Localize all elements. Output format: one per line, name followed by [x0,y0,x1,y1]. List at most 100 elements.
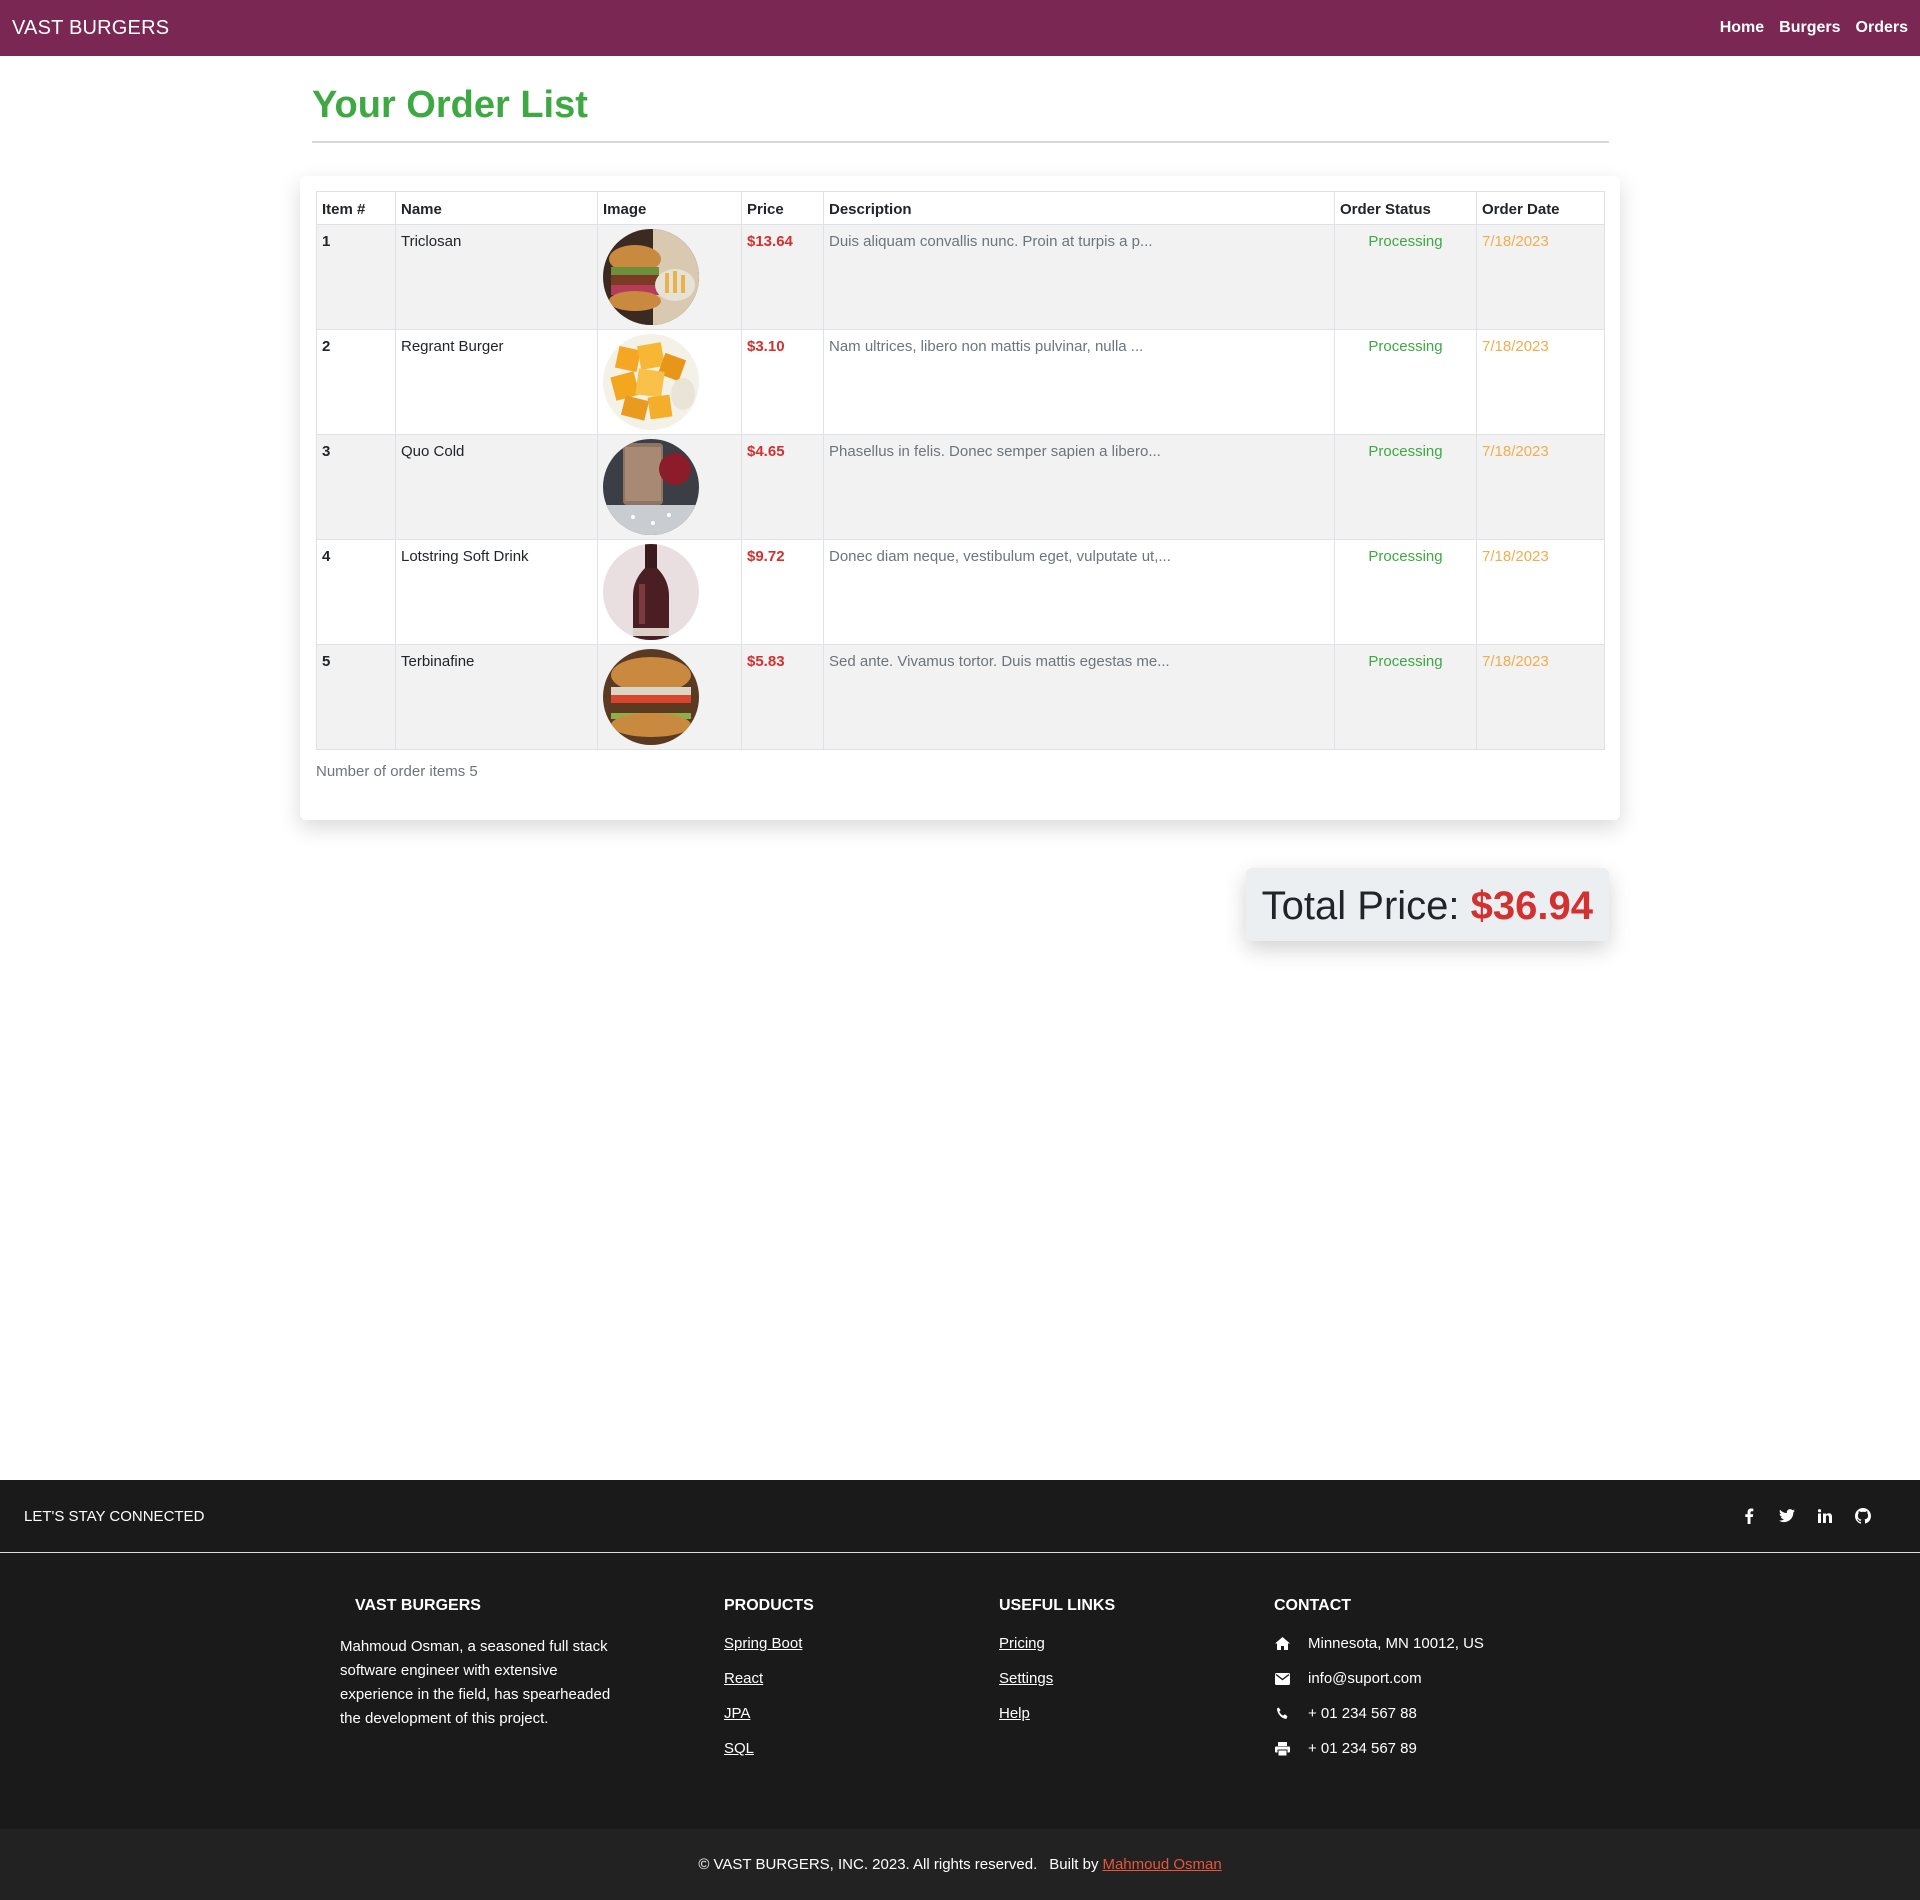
copyright-bar: © VAST BURGERS, INC. 2023. All rights re… [0,1829,1920,1900]
footer: LET'S STAY CONNECTED VAST BURGERS Mahmou… [0,1480,1920,1900]
footer-useful-links-heading: USEFUL LINKS [999,1597,1116,1614]
mango-pieces-photo [603,334,699,430]
header-price: Price [741,191,824,225]
table-row: 3 Quo Cold $4.65 Phasellus in felis. Don… [316,434,1605,540]
item-price: $13.64 [741,224,824,330]
contact-address-text: Minnesota, MN 10012, US [1308,1635,1484,1652]
table-row: 2 Regrant Burger $3.10 Nam ultrices, lib… [316,329,1605,435]
footer-contact-column: CONTACT Minnesota, MN 10012, US info@sup… [1274,1597,1574,1828]
order-status: Processing [1334,224,1477,330]
header-order-status: Order Status [1334,191,1477,225]
github-icon[interactable] [1854,1507,1872,1525]
item-number: 1 [316,224,396,330]
footer-about-text: Mahmoud Osman, a seasoned full stack sof… [340,1638,611,1727]
nav-links: Home Burgers Orders [1720,19,1908,37]
facebook-icon[interactable] [1740,1507,1758,1525]
order-date: 7/18/2023 [1476,644,1605,750]
item-description: Duis aliquam convallis nunc. Proin at tu… [823,224,1335,330]
contact-address: Minnesota, MN 10012, US [1274,1635,1574,1652]
header-order-date: Order Date [1476,191,1605,225]
order-date: 7/18/2023 [1476,539,1605,645]
item-price: $4.65 [741,434,824,540]
copyright-text: © VAST BURGERS, INC. 2023. All rights re… [698,1856,1038,1873]
navbar: VAST BURGERS Home Burgers Orders [0,0,1920,56]
item-price: $3.10 [741,329,824,435]
footer-products-heading: PRODUCTS [724,1597,814,1614]
footer-link-spring-boot[interactable]: Spring Boot [724,1635,999,1652]
item-price: $9.72 [741,539,824,645]
order-status: Processing [1334,329,1477,435]
page-title: Your Order List [312,84,1609,143]
item-price: $5.83 [741,644,824,750]
printer-icon [1274,1741,1290,1757]
footer-link-jpa[interactable]: JPA [724,1705,999,1722]
cold-drink-photo [603,439,699,535]
built-by-label: Built by [1049,1856,1099,1873]
header-item-num: Item # [316,191,396,225]
item-description: Phasellus in felis. Donec semper sapien … [823,434,1335,540]
contact-phone-text: + 01 234 567 88 [1308,1705,1417,1722]
footer-link-sql[interactable]: SQL [724,1740,999,1757]
burger-and-fries-photo [603,229,699,325]
footer-useful-links-column: USEFUL LINKS Pricing Settings Help [999,1597,1274,1828]
order-date: 7/18/2023 [1476,329,1605,435]
item-description: Donec diam neque, vestibulum eget, vulpu… [823,539,1335,645]
total-price-box: Total Price: $36.94 [1245,868,1609,941]
item-number: 3 [316,434,396,540]
order-status: Processing [1334,539,1477,645]
contact-fax-text: + 01 234 567 89 [1308,1740,1417,1757]
footer-about-heading: VAST BURGERS [355,1597,481,1614]
order-date: 7/18/2023 [1476,434,1605,540]
total-price-value: $36.94 [1470,884,1593,928]
header-description: Description [823,191,1335,225]
footer-products-column: PRODUCTS Spring Boot React JPA SQL [724,1597,999,1828]
home-icon [1274,1636,1290,1652]
linkedin-icon[interactable] [1816,1507,1834,1525]
burger-photo [603,649,699,745]
order-status: Processing [1334,434,1477,540]
nav-link-home[interactable]: Home [1720,19,1764,37]
contact-email-text: info@suport.com [1308,1670,1422,1687]
footer-link-settings[interactable]: Settings [999,1670,1274,1687]
footer-link-pricing[interactable]: Pricing [999,1635,1274,1652]
social-title: LET'S STAY CONNECTED [24,1507,205,1525]
table-row: 4 Lotstring Soft Drink $9.72 Donec diam … [316,539,1605,645]
table-header-row: Item # Name Image Price Description Orde… [316,191,1605,225]
header-image: Image [597,191,742,225]
brand-logo[interactable]: VAST BURGERS [12,17,169,40]
soda-bottle-photo [603,544,699,640]
social-icons [1740,1507,1896,1525]
order-table: Item # Name Image Price Description Orde… [316,191,1605,750]
nav-link-orders[interactable]: Orders [1856,19,1908,37]
main-content: Your Order List Item # Name Image Price … [300,84,1620,941]
table-row: 5 Terbinafine $5.83 Sed ante. Vivamus to… [316,644,1605,750]
phone-icon [1274,1706,1290,1722]
order-table-card: Item # Name Image Price Description Orde… [300,176,1620,820]
item-description: Nam ultrices, libero non mattis pulvinar… [823,329,1335,435]
order-date: 7/18/2023 [1476,224,1605,330]
item-name: Lotstring Soft Drink [395,539,598,645]
item-number: 2 [316,329,396,435]
item-name: Quo Cold [395,434,598,540]
contact-phone: + 01 234 567 88 [1274,1705,1574,1722]
item-name: Triclosan [395,224,598,330]
order-items-count: Number of order items 5 [316,763,478,780]
social-bar: LET'S STAY CONNECTED [0,1480,1920,1553]
item-name: Regrant Burger [395,329,598,435]
envelope-icon [1274,1671,1290,1687]
footer-link-help[interactable]: Help [999,1705,1274,1722]
total-price-label: Total Price: [1261,884,1460,928]
footer-contact-heading: CONTACT [1274,1597,1352,1614]
contact-fax: + 01 234 567 89 [1274,1740,1574,1757]
nav-link-burgers[interactable]: Burgers [1779,19,1840,37]
item-number: 4 [316,539,396,645]
header-name: Name [395,191,598,225]
twitter-icon[interactable] [1778,1507,1796,1525]
total-wrapper: Total Price: $36.94 [312,868,1609,941]
author-link[interactable]: Mahmoud Osman [1102,1856,1221,1873]
contact-email: info@suport.com [1274,1670,1574,1687]
footer-link-react[interactable]: React [724,1670,999,1687]
item-name: Terbinafine [395,644,598,750]
table-row: 1 Triclosan $13.64 Duis aliquam convalli… [316,224,1605,330]
item-number: 5 [316,644,396,750]
